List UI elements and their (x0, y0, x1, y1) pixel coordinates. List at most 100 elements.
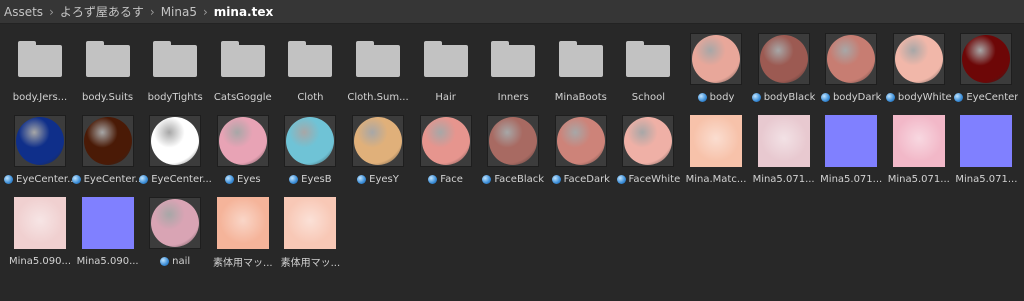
asset-name: Inners (497, 91, 529, 103)
texture-asset[interactable]: 素体用マッ... (276, 192, 344, 270)
asset-name: bodyTights (147, 91, 203, 103)
texture-asset[interactable]: 素体用マッ... (209, 192, 277, 270)
texture-asset[interactable]: Mina5.071... (885, 110, 953, 188)
asset-label: Mina5.071... (950, 172, 1022, 186)
folder-asset[interactable]: Cloth (276, 28, 344, 106)
asset-name: nail (172, 255, 191, 267)
material-preview (892, 32, 946, 86)
material-asset[interactable]: FaceWhite (614, 110, 682, 188)
folder-asset[interactable]: bodyTights (141, 28, 209, 106)
asset-label: School (612, 90, 684, 104)
asset-name: Face (440, 173, 463, 185)
material-preview (351, 114, 405, 168)
sphere-preview (218, 117, 267, 165)
texture-asset[interactable]: Mina5.071... (817, 110, 885, 188)
folder-asset[interactable]: MinaBoots (547, 28, 615, 106)
material-asset[interactable]: bodyDark (817, 28, 885, 106)
material-preview (486, 114, 540, 168)
asset-label: Mina.Matc... (680, 172, 752, 186)
asset-label: body.Suits (72, 90, 144, 104)
asset-name: Hair (435, 91, 456, 103)
asset-name: EyeCenter... (83, 173, 144, 185)
material-asset[interactable]: EyeCenter (952, 28, 1020, 106)
texture-asset[interactable]: Mina5.090... (74, 192, 142, 270)
folder-asset[interactable]: CatsGoggle (209, 28, 277, 106)
texture-asset[interactable]: Mina5.071... (750, 110, 818, 188)
material-icon (160, 256, 170, 266)
sphere-preview (894, 35, 943, 83)
folder-icon (283, 32, 337, 86)
asset-label: CatsGoggle (207, 90, 279, 104)
asset-name: EyeCenter... (16, 173, 76, 185)
texture-swatch (14, 197, 66, 249)
material-icon (697, 92, 707, 102)
asset-name: MinaBoots (554, 91, 607, 103)
texture-preview (81, 196, 135, 250)
sphere-preview (83, 117, 132, 165)
asset-name: Mina5.071... (820, 173, 883, 185)
material-asset[interactable]: Eyes (209, 110, 277, 188)
asset-name: CatsGoggle (213, 91, 272, 103)
breadcrumb-assets[interactable]: Assets (4, 5, 43, 19)
material-icon (954, 92, 964, 102)
sphere-preview (489, 117, 538, 165)
asset-label: bodyDark (815, 90, 887, 104)
asset-name: body (709, 91, 735, 103)
material-asset[interactable]: EyesY (344, 110, 412, 188)
material-asset[interactable]: bodyWhite (885, 28, 953, 106)
asset-label: bodyBlack (748, 90, 820, 104)
asset-name: Eyes (236, 173, 261, 185)
material-preview (554, 114, 608, 168)
sphere-preview (354, 117, 402, 165)
material-preview (81, 114, 135, 168)
breadcrumb-yorozuya[interactable]: よろず屋あるす (60, 3, 144, 20)
material-asset[interactable]: EyeCenter... (139, 110, 212, 188)
asset-name: FaceWhite (628, 173, 681, 185)
asset-name: FaceDark (563, 173, 610, 185)
folder-asset[interactable]: Cloth.Sum... (344, 28, 412, 106)
folder-icon (486, 32, 540, 86)
material-icon (71, 174, 81, 184)
material-asset[interactable]: body (682, 28, 750, 106)
texture-asset[interactable]: Mina5.071... (952, 110, 1020, 188)
folder-icon (554, 32, 608, 86)
material-preview (13, 114, 67, 168)
folder-icon (13, 32, 67, 86)
sphere-preview (624, 117, 673, 165)
asset-name: EyesY (369, 173, 399, 185)
material-preview (959, 32, 1013, 86)
folder-asset[interactable]: Inners (479, 28, 547, 106)
asset-label: Mina5.071... (748, 172, 820, 186)
asset-label: FaceBlack (477, 172, 549, 186)
asset-label: EyesY (342, 172, 414, 186)
folder-asset[interactable]: School (614, 28, 682, 106)
texture-preview (892, 114, 946, 168)
material-asset[interactable]: EyeCenter... (4, 110, 76, 188)
texture-preview (757, 114, 811, 168)
asset-name: Mina5.071... (887, 173, 950, 185)
asset-name: EyeCenter... (151, 173, 212, 185)
material-asset[interactable]: Face (412, 110, 480, 188)
breadcrumb: Assets › よろず屋あるす › Mina5 › mina.tex (0, 0, 1024, 24)
texture-swatch (690, 115, 742, 167)
breadcrumb-mina5[interactable]: Mina5 (161, 5, 197, 19)
texture-preview (824, 114, 878, 168)
folder-asset[interactable]: body.Jers... (6, 28, 74, 106)
asset-label: FaceWhite (612, 172, 684, 186)
asset-name: Mina5.090... (8, 255, 72, 267)
breadcrumb-mina-tex[interactable]: mina.tex (214, 5, 273, 19)
folder-asset[interactable]: body.Suits (74, 28, 142, 106)
material-preview (148, 196, 202, 250)
material-asset[interactable]: FaceBlack (479, 110, 547, 188)
material-asset[interactable]: nail (141, 192, 209, 270)
material-icon (4, 174, 13, 184)
material-asset[interactable]: EyeCenter... (71, 110, 144, 188)
asset-name: FaceBlack (494, 173, 545, 185)
material-asset[interactable]: bodyBlack (750, 28, 818, 106)
texture-asset[interactable]: Mina5.090... (6, 192, 74, 270)
material-asset[interactable]: FaceDark (547, 110, 615, 188)
material-asset[interactable]: EyesB (276, 110, 344, 188)
texture-asset[interactable]: Mina.Matc... (682, 110, 750, 188)
folder-asset[interactable]: Hair (412, 28, 480, 106)
asset-name: bodyWhite (897, 91, 952, 103)
